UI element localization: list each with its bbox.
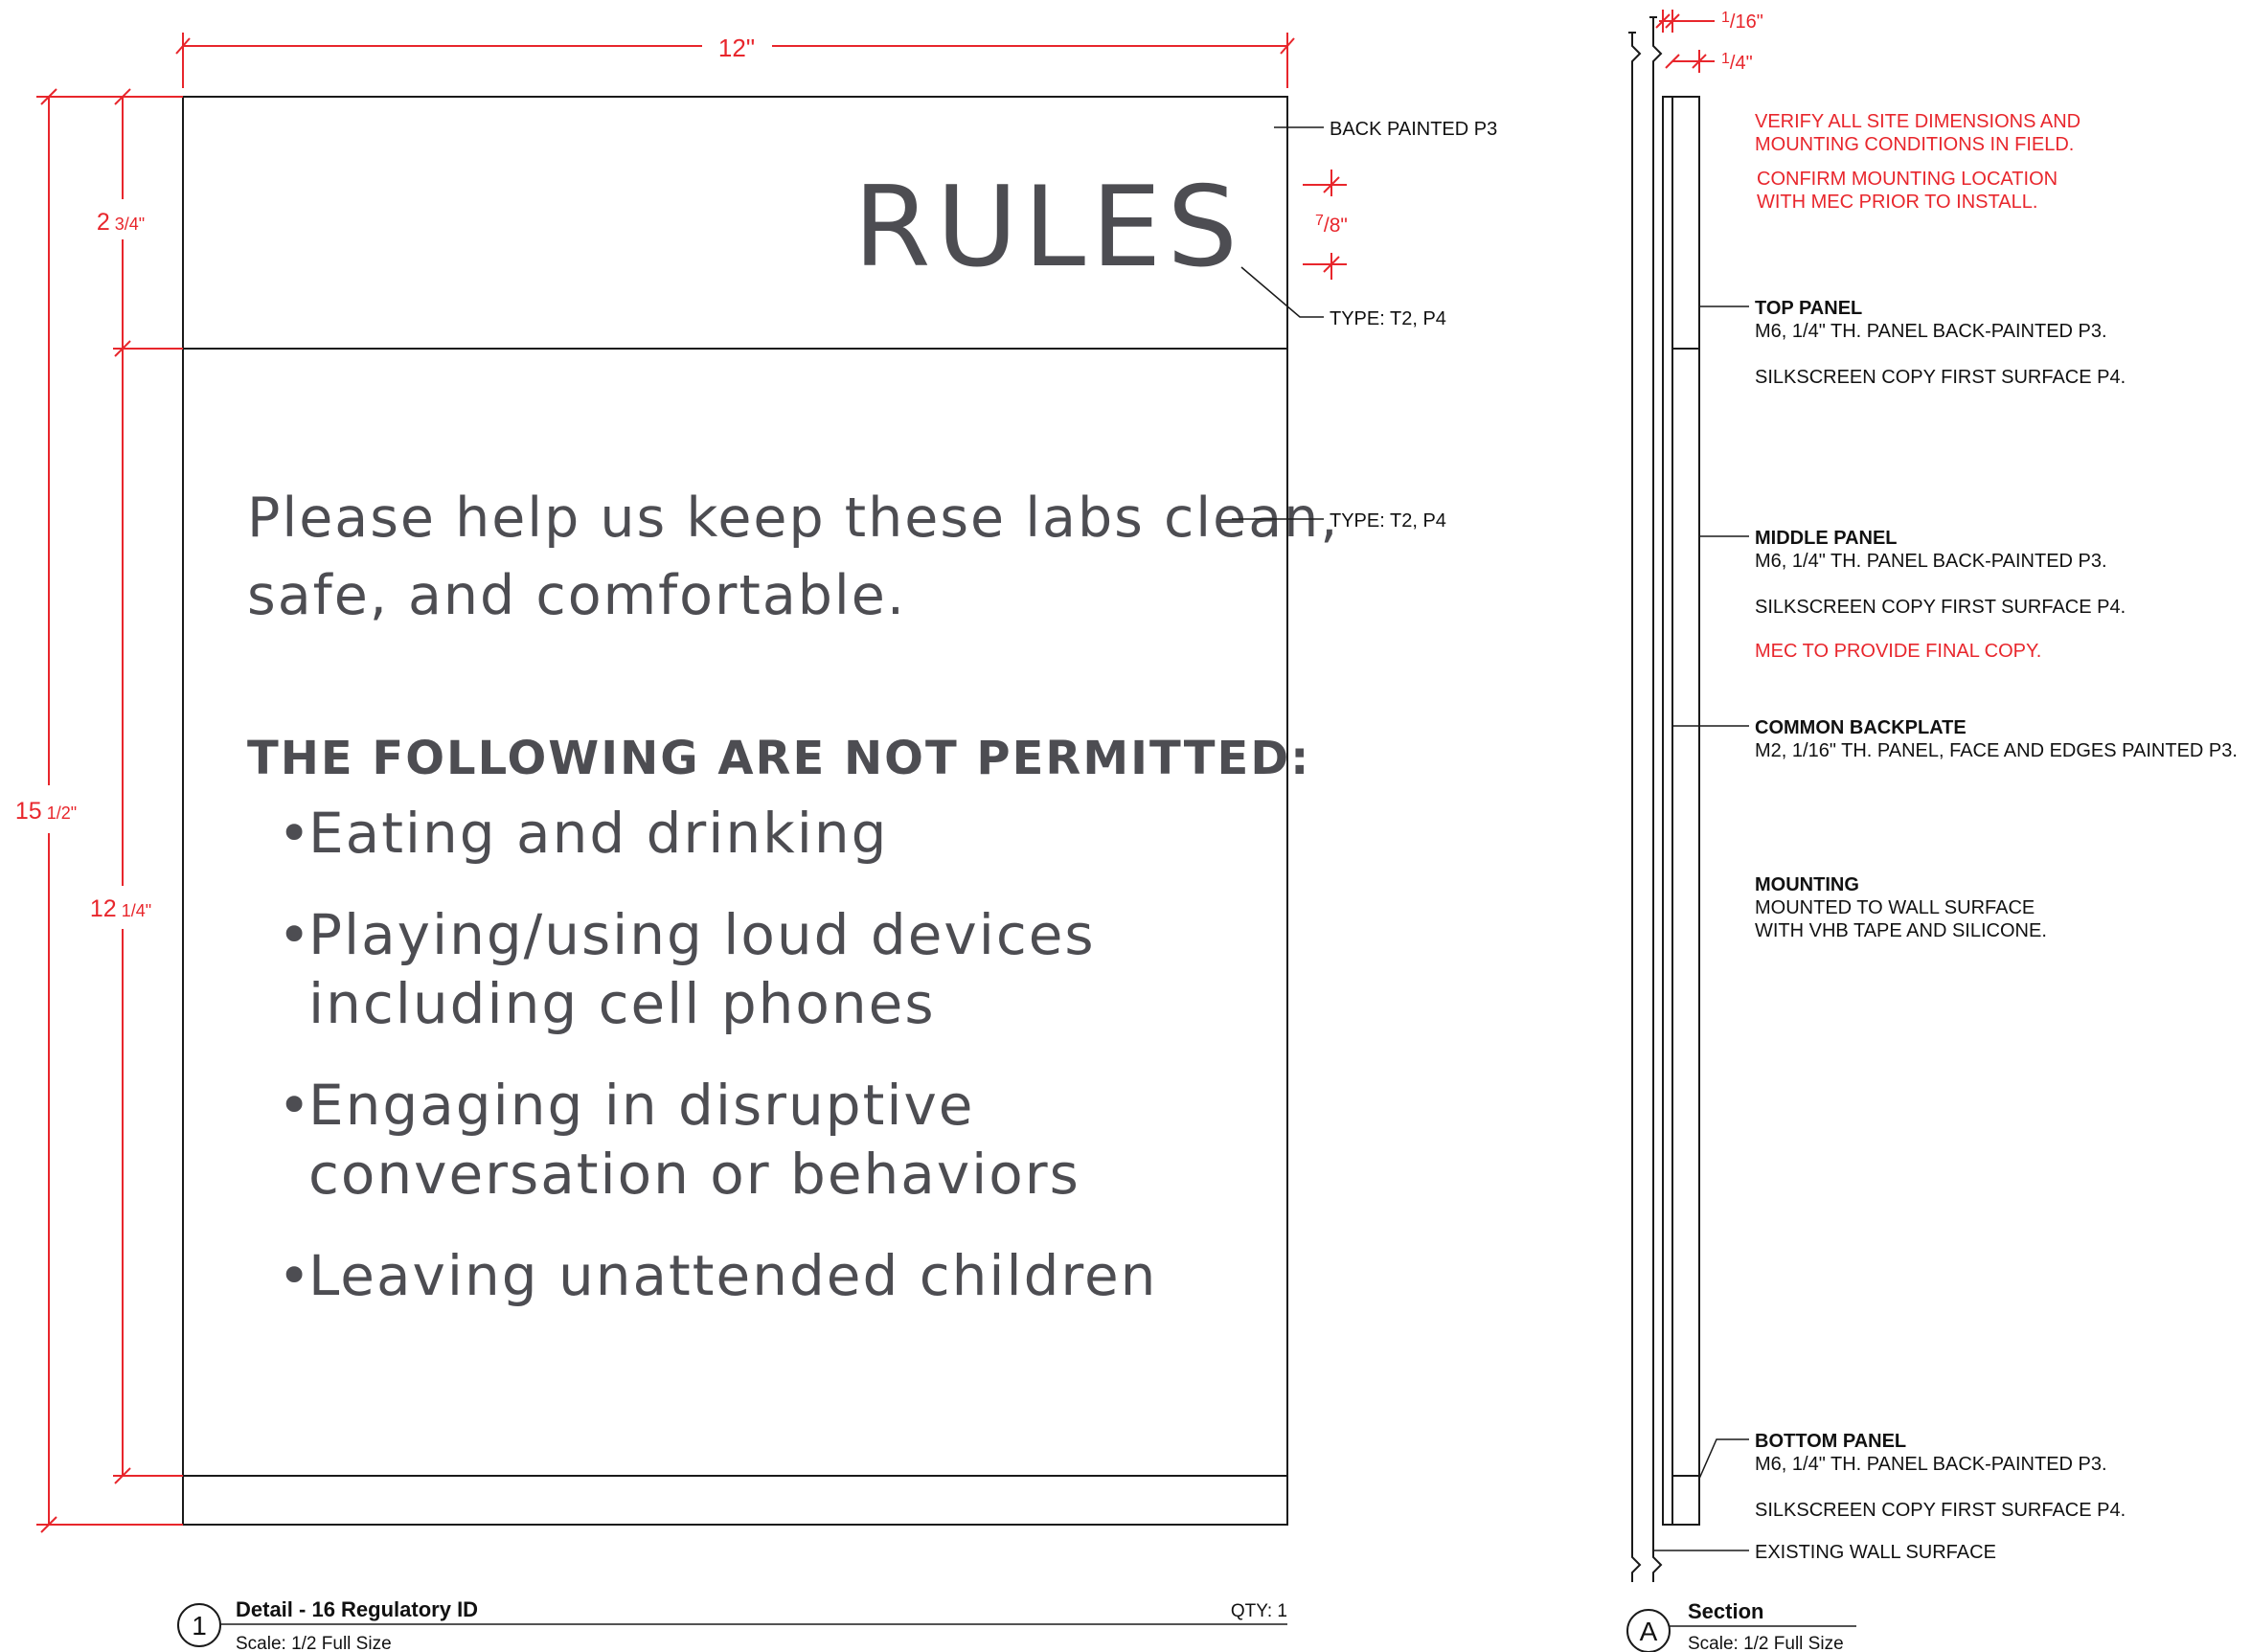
detail-title: Detail - 16 Regulatory ID bbox=[236, 1597, 478, 1621]
bottom-panel-note-line-1: M6, 1/4" TH. PANEL BACK-PAINTED P3. bbox=[1755, 1454, 2107, 1475]
type-body-callout: TYPE: T2, P4 bbox=[1330, 510, 1446, 532]
section-middle-panel bbox=[1671, 348, 1700, 1477]
verify-note-line-1: VERIFY ALL SITE DIMENSIONS AND bbox=[1755, 111, 2080, 132]
rule-2-line-1: Playing/using loud devices bbox=[308, 902, 1096, 967]
rule-1-line-1: Eating and drinking bbox=[308, 801, 888, 866]
rule-3-line-2: conversation or behaviors bbox=[308, 1142, 1080, 1207]
sign-detail-drawing: RULES Please help us keep these labs cle… bbox=[15, 10, 2238, 1652]
top-panel-note-title: TOP PANEL bbox=[1755, 298, 1862, 319]
middle-panel-dimension-label: 12 1/4" bbox=[90, 895, 151, 922]
top-panel-note-line-2: SILKSCREEN COPY FIRST SURFACE P4. bbox=[1755, 367, 2126, 388]
wall-surface-note: EXISTING WALL SURFACE bbox=[1755, 1542, 1996, 1563]
confirm-note-line-2: WITH MEC PRIOR TO INSTALL. bbox=[1757, 192, 2037, 213]
middle-panel-note-line-1: M6, 1/4" TH. PANEL BACK-PAINTED P3. bbox=[1755, 551, 2107, 572]
back-painted-callout: BACK PAINTED P3 bbox=[1330, 119, 1497, 140]
sign-intro-line-1: Please help us keep these labs clean, bbox=[247, 487, 1339, 550]
mounting-note-title: MOUNTING bbox=[1755, 874, 1859, 895]
backplate-note-line-1: M2, 1/16" TH. PANEL, FACE AND EDGES PAIN… bbox=[1755, 740, 2238, 761]
callout-leaders bbox=[1232, 126, 1324, 520]
width-dimension-label: 12" bbox=[718, 34, 755, 62]
section-view: 1/16" 1/4" VERIFY ALL SITE DIMENSIONS AN… bbox=[1626, 10, 2238, 1652]
verify-note-line-2: MOUNTING CONDITIONS IN FIELD. bbox=[1755, 134, 2074, 155]
common-backplate bbox=[1662, 96, 1673, 1526]
rule-2-line-2: including cell phones bbox=[308, 971, 936, 1036]
sign-header: RULES bbox=[853, 163, 1243, 292]
section-scale: Scale: 1/2 Full Size bbox=[1688, 1634, 1844, 1652]
sign-subheading: THE FOLLOWING ARE NOT PERMITTED: bbox=[247, 732, 1310, 785]
wall-surface bbox=[1628, 16, 1663, 1582]
rule-4-line-1: Leaving unattended children bbox=[308, 1243, 1157, 1308]
mounting-note-line-1: MOUNTED TO WALL SURFACE bbox=[1755, 897, 2035, 918]
section-letter: A bbox=[1640, 1617, 1658, 1646]
bottom-panel-note-title: BOTTOM PANEL bbox=[1755, 1431, 1906, 1452]
rule-bullet: • bbox=[278, 1243, 310, 1308]
bottom-panel-note-line-2: SILKSCREEN COPY FIRST SURFACE P4. bbox=[1755, 1500, 2126, 1521]
top-panel-dimension-label: 2 3/4" bbox=[97, 209, 145, 236]
detail-number: 1 bbox=[192, 1611, 207, 1641]
overall-height-label: 15 1/2" bbox=[15, 798, 77, 825]
rule-bullet: • bbox=[278, 801, 310, 866]
rule-list: • Eating and drinking • Playing/using lo… bbox=[278, 801, 1157, 1308]
backplate-note-title: COMMON BACKPLATE bbox=[1755, 717, 1967, 738]
mounting-note-line-2: WITH VHB TAPE AND SILICONE. bbox=[1755, 920, 2047, 941]
front-elevation: RULES Please help us keep these labs cle… bbox=[15, 33, 1497, 1652]
middle-panel-note-title: MIDDLE PANEL bbox=[1755, 528, 1898, 549]
rule-bullet: • bbox=[278, 1073, 310, 1138]
section-bottom-panel bbox=[1671, 1475, 1700, 1526]
detail-qty: QTY: 1 bbox=[1231, 1601, 1287, 1621]
panel-thickness-label: 1/4" bbox=[1721, 51, 1753, 74]
middle-panel-note-line-3: MEC TO PROVIDE FINAL COPY. bbox=[1755, 641, 2041, 662]
backplate-thickness-label: 1/16" bbox=[1721, 10, 1763, 33]
type-header-callout: TYPE: T2, P4 bbox=[1330, 308, 1446, 329]
section-top-panel bbox=[1671, 96, 1700, 350]
sign-intro-line-2: safe, and comfortable. bbox=[247, 564, 906, 627]
section-leaders bbox=[1653, 306, 1749, 1551]
section-title: Section bbox=[1688, 1599, 1763, 1623]
section-thickness-dimensions bbox=[1655, 10, 1715, 73]
detail-scale: Scale: 1/2 Full Size bbox=[236, 1634, 392, 1652]
letter-height-label: 7/8" bbox=[1315, 213, 1348, 237]
top-panel-note-line-1: M6, 1/4" TH. PANEL BACK-PAINTED P3. bbox=[1755, 321, 2107, 342]
rule-3-line-1: Engaging in disruptive bbox=[308, 1073, 974, 1138]
confirm-note-line-1: CONFIRM MOUNTING LOCATION bbox=[1757, 169, 2058, 190]
rule-bullet: • bbox=[278, 902, 310, 967]
middle-panel-note-line-2: SILKSCREEN COPY FIRST SURFACE P4. bbox=[1755, 597, 2126, 618]
